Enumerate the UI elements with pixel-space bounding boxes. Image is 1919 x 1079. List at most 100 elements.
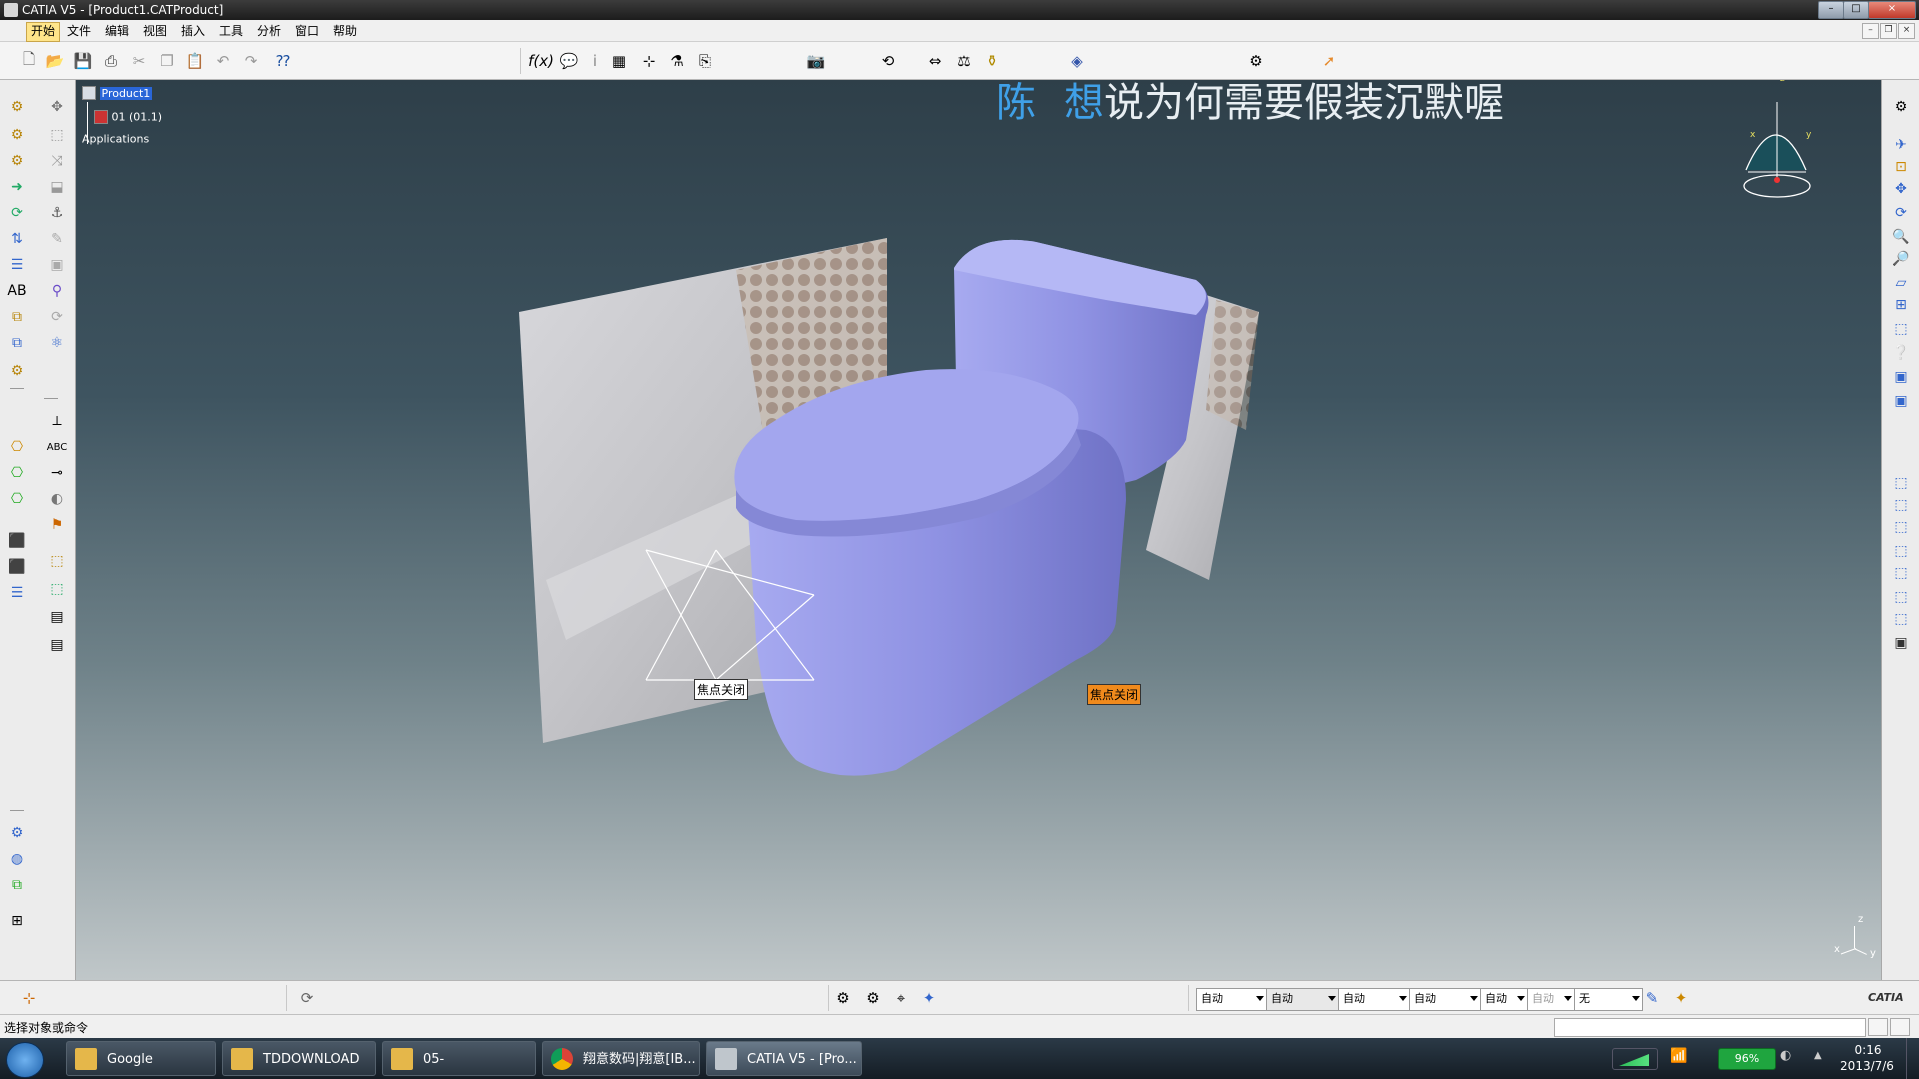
tray-arrow-icon[interactable]: ▲ — [1814, 1050, 1822, 1061]
apply-material-icon[interactable]: ⧉ — [6, 874, 28, 896]
view-front-icon[interactable]: ⬚ — [1890, 472, 1912, 494]
report-icon[interactable]: ▤ — [46, 634, 68, 656]
hide-show-icon[interactable]: ❔ — [1890, 342, 1912, 364]
view-iso-icon[interactable]: ⬚ — [1890, 608, 1912, 630]
menu-insert[interactable]: 插入 — [177, 22, 209, 40]
analysis-icon-1[interactable]: ⚙ — [832, 987, 854, 1009]
new-file-icon[interactable]: 🗋 — [18, 50, 40, 72]
pocket-icon[interactable]: ☰ — [6, 582, 28, 604]
material-icon[interactable]: ◈ — [1066, 50, 1088, 72]
component-group-icon[interactable]: ⚙ — [6, 360, 28, 382]
mdi-minimize-button[interactable]: – — [1862, 23, 1879, 39]
focus-off-tag-left[interactable]: 焦点关闭 — [694, 679, 749, 700]
replace-component-icon[interactable]: ⟳ — [6, 202, 28, 224]
bom-icon[interactable]: ▤ — [46, 606, 68, 628]
measure-icon[interactable]: ⇔ — [924, 50, 946, 72]
offset-icon[interactable]: ◐ — [46, 488, 68, 510]
isometric-view-icon[interactable]: ⬚ — [1890, 318, 1912, 340]
rotate-icon[interactable]: ⟳ — [1890, 202, 1912, 224]
line-type-combo[interactable]: 自动 — [1409, 988, 1481, 1011]
catalog-browser-icon[interactable]: ⚙ — [6, 822, 28, 844]
battery-indicator[interactable]: 96% — [1718, 1048, 1776, 1070]
print-icon[interactable]: ⎙ — [100, 50, 122, 72]
taskbar-google[interactable]: Google — [66, 1041, 216, 1076]
taskbar-tddownload[interactable]: TDDOWNLOAD — [222, 1041, 376, 1076]
close-button[interactable]: × — [1868, 1, 1916, 19]
change-constraint-icon[interactable]: ⟳ — [46, 306, 68, 328]
refresh-icon[interactable]: ⟳ — [296, 987, 318, 1009]
update-icon[interactable]: ⟲ — [877, 50, 899, 72]
redo-icon[interactable]: ↷ — [240, 50, 262, 72]
command-input[interactable] — [1554, 1018, 1866, 1037]
graphic-properties-icon[interactable]: ✦ — [1670, 987, 1692, 1009]
reuse-pattern-icon[interactable]: ⚲ — [46, 280, 68, 302]
formula-icon[interactable]: f(x) — [528, 50, 554, 72]
explode-icon[interactable]: ⬓ — [46, 176, 68, 198]
view-right-icon[interactable]: ⬚ — [1890, 540, 1912, 562]
layer-combo[interactable]: 自动 — [1527, 988, 1575, 1011]
multi-instantiate-icon[interactable]: ⧉ — [6, 306, 28, 328]
undo-icon[interactable]: ↶ — [212, 50, 234, 72]
status-button-2[interactable] — [1890, 1018, 1910, 1036]
graph-tree-icon[interactable]: ⇅ — [6, 228, 28, 250]
fly-mode-icon[interactable]: ✈ — [1890, 134, 1912, 156]
menu-help[interactable]: 帮助 — [329, 22, 361, 40]
analysis-icon-4[interactable]: ✦ — [918, 987, 940, 1009]
update-constraints-icon[interactable]: ▣ — [46, 254, 68, 276]
open-file-icon[interactable]: 📂 — [44, 50, 66, 72]
publication-icon[interactable]: ◍ — [6, 848, 28, 870]
contact-icon[interactable]: ⊸ — [46, 462, 68, 484]
stop-manipulate-icon[interactable]: ⚓ — [46, 202, 68, 224]
menu-window[interactable]: 窗口 — [291, 22, 323, 40]
coincidence-icon[interactable]: ⟂ — [46, 410, 68, 432]
view-named-icon[interactable]: ▣ — [1890, 632, 1912, 654]
distance-icon[interactable]: ⎔ — [6, 488, 28, 510]
split-icon[interactable]: ⬛ — [6, 556, 28, 578]
product-icon[interactable]: ⚙ — [6, 124, 28, 146]
clash-icon[interactable]: ⎔ — [6, 462, 28, 484]
view-bottom-icon[interactable]: ⬚ — [1890, 586, 1912, 608]
swap-visible-space-icon[interactable]: ▣ — [1890, 366, 1912, 388]
orientation-compass[interactable] — [1743, 102, 1811, 198]
show-desktop-button[interactable] — [1906, 1038, 1919, 1079]
render-style-icon[interactable]: ⚙ — [1890, 96, 1912, 118]
enhanced-scene-icon[interactable]: ⬚ — [46, 578, 68, 600]
menu-edit[interactable]: 编辑 — [101, 22, 133, 40]
maximize-button[interactable]: □ — [1843, 1, 1869, 19]
taskbar-chrome[interactable]: 翔意数码|翔意[IB... — [542, 1041, 700, 1076]
status-button-1[interactable] — [1868, 1018, 1888, 1036]
part-icon[interactable]: ⚙ — [6, 150, 28, 172]
menu-analyze[interactable]: 分析 — [253, 22, 285, 40]
clock-time[interactable]: 0:16 — [1838, 1043, 1898, 1057]
transparency-combo[interactable]: 自动 — [1266, 988, 1339, 1011]
existing-component-icon[interactable]: ➜ — [6, 176, 28, 198]
taskbar-catia[interactable]: CATIA V5 - [Pro... — [706, 1041, 862, 1076]
copy-icon[interactable]: ❐ — [156, 50, 178, 72]
table-icon[interactable]: ▦ — [608, 50, 630, 72]
menu-file[interactable]: 文件 — [63, 22, 95, 40]
normal-view-icon[interactable]: ⏥ — [1890, 272, 1912, 294]
menu-tools[interactable]: 工具 — [215, 22, 247, 40]
network-icon[interactable]: 📶 — [1670, 1048, 1687, 1064]
component-icon[interactable]: ⚙ — [6, 96, 28, 118]
multi-view-icon[interactable]: ⊞ — [1890, 294, 1912, 316]
start-button[interactable] — [6, 1042, 44, 1078]
menu-view[interactable]: 视图 — [139, 22, 171, 40]
mdi-restore-button[interactable]: ❐ — [1880, 23, 1897, 39]
fix-icon[interactable]: ⚑ — [46, 514, 68, 536]
graph-icon[interactable]: ⊹ — [638, 50, 660, 72]
shading-icon[interactable]: ▣ — [1890, 390, 1912, 412]
line-thickness-combo[interactable]: 自动 — [1338, 988, 1410, 1011]
sketch-grid-icon[interactable]: ⊞ — [6, 910, 28, 932]
numbering-icon[interactable]: AB — [6, 280, 28, 302]
annotation-icon[interactable]: ABC — [46, 436, 68, 458]
fit-all-icon[interactable]: ⊡ — [1890, 156, 1912, 178]
view-top-icon[interactable]: ⬚ — [1890, 562, 1912, 584]
whats-this-icon[interactable]: ⁇ — [272, 50, 294, 72]
point-type-combo[interactable]: 自动 — [1480, 988, 1528, 1011]
comment-icon[interactable]: 💬 — [558, 50, 580, 72]
format-painter-icon[interactable]: ✎ — [1641, 987, 1663, 1009]
edit-icon[interactable]: ✎ — [46, 228, 68, 250]
minimize-button[interactable]: – — [1818, 1, 1844, 19]
signal-icon[interactable] — [1612, 1048, 1658, 1070]
